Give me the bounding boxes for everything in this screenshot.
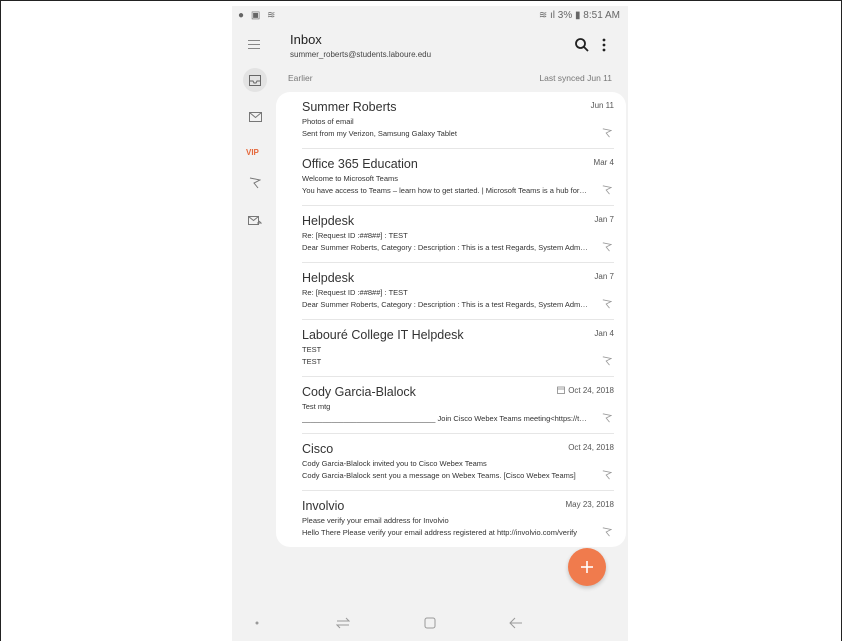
email-date: Oct 24, 2018 (568, 443, 614, 452)
email-list: Summer Roberts Jun 11 Photos of email Se… (276, 92, 626, 547)
unread-folder-button[interactable] (242, 106, 268, 128)
email-item[interactable]: Office 365 Education Mar 4 Welcome to Mi… (302, 149, 614, 206)
account-email: summer_roberts@students.laboure.edu (290, 50, 432, 59)
phone-screen: ● ▣ ≋ ≋ ıl 3% ▮ 8:51 AM Inbox summer_rob… (232, 6, 628, 641)
email-sender: Helpdesk (302, 271, 355, 285)
back-button[interactable] (508, 616, 524, 630)
email-item[interactable]: Cisco Oct 24, 2018 Cody Garcia-Blalock i… (302, 434, 614, 491)
email-item[interactable]: Labouré College IT Helpdesk Jan 4 TEST T… (302, 320, 614, 377)
email-subject: Photos of email (302, 117, 354, 126)
email-subject: Re: [Request ID :##8##] : TEST (302, 231, 408, 240)
flag-icon (249, 177, 261, 189)
email-date: Jan 7 (594, 215, 614, 224)
last-synced: Last synced Jun 11 (539, 73, 612, 83)
inbox-icon (249, 74, 261, 86)
status-icons-left: ● ▣ ≋ (238, 10, 278, 21)
mail-icon (248, 112, 262, 122)
email-date: Jun 11 (590, 101, 614, 110)
email-subject: TEST (302, 345, 322, 354)
flag-icon[interactable] (602, 527, 612, 537)
calendar-icon (557, 386, 566, 394)
email-sender: Involvio (302, 499, 345, 513)
email-sender: Cisco (302, 442, 334, 456)
app-header: Inbox summer_roberts@students.laboure.ed… (232, 28, 628, 66)
email-preview: Dear Summer Roberts, Category : Descript… (302, 243, 588, 252)
move-mail-icon (248, 215, 262, 225)
recents-icon (336, 617, 350, 629)
recents-button[interactable] (335, 616, 351, 630)
email-item[interactable]: Involvio May 23, 2018 Please verify your… (302, 491, 614, 548)
flag-icon[interactable] (602, 299, 612, 309)
flag-icon[interactable] (602, 128, 612, 138)
email-date: May 23, 2018 (565, 500, 614, 509)
email-preview: ________________________________ Join Ci… (302, 414, 588, 423)
email-sender: Office 365 Education (302, 157, 418, 171)
email-sender: Helpdesk (302, 214, 355, 228)
flagged-folder-button[interactable] (242, 172, 268, 194)
email-sender: Summer Roberts (302, 100, 397, 114)
flag-icon[interactable] (602, 242, 612, 252)
home-button[interactable] (422, 616, 438, 630)
more-icon[interactable] (598, 37, 610, 53)
email-preview: Dear Summer Roberts, Category : Descript… (302, 300, 588, 309)
email-item[interactable]: Helpdesk Jan 7 Re: [Request ID :##8##] :… (302, 263, 614, 320)
home-icon (424, 617, 436, 629)
sent-folder-button[interactable] (242, 210, 268, 232)
email-subject: Please verify your email address for Inv… (302, 516, 449, 525)
back-icon (509, 617, 522, 629)
email-subject: Cody Garcia-Blalock invited you to Cisco… (302, 459, 487, 468)
email-item[interactable]: Helpdesk Jan 7 Re: [Request ID :##8##] :… (302, 206, 614, 263)
compose-button[interactable] (568, 548, 606, 586)
email-preview: Hello There Please verify your email add… (302, 528, 577, 537)
nav-dot (249, 616, 265, 630)
email-date: Jan 4 (594, 329, 614, 338)
dot-icon (255, 621, 259, 625)
flag-icon[interactable] (602, 470, 612, 480)
inbox-folder-button[interactable] (243, 68, 267, 92)
email-preview: Cody Garcia-Blalock sent you a message o… (302, 471, 576, 480)
email-subject: Test mtg (302, 402, 331, 411)
compose-icon (581, 561, 593, 573)
menu-icon[interactable] (248, 40, 260, 50)
email-preview: Sent from my Verizon, Samsung Galaxy Tab… (302, 129, 457, 138)
section-label: Earlier (288, 73, 313, 83)
email-item[interactable]: Summer Roberts Jun 11 Photos of email Se… (302, 92, 614, 149)
flag-icon[interactable] (602, 356, 612, 366)
email-sender: Labouré College IT Helpdesk (302, 328, 464, 342)
email-preview: TEST (302, 357, 322, 366)
email-date: Oct 24, 2018 (557, 386, 614, 395)
section-header: Earlier Last synced Jun 11 (288, 73, 612, 87)
vip-folder-label[interactable]: VIP (246, 148, 259, 157)
email-sender: Cody Garcia-Blalock (302, 385, 416, 399)
email-subject: Re: [Request ID :##8##] : TEST (302, 288, 408, 297)
page-title: Inbox (290, 32, 322, 47)
email-subject: Welcome to Microsoft Teams (302, 174, 399, 183)
email-date-text: Oct 24, 2018 (568, 386, 614, 395)
email-item[interactable]: Cody Garcia-Blalock Oct 24, 2018 Test mt… (302, 377, 614, 434)
system-nav-bar (232, 606, 628, 641)
flag-icon[interactable] (602, 413, 612, 423)
search-icon[interactable] (574, 37, 590, 53)
status-bar: ● ▣ ≋ ≋ ıl 3% ▮ 8:51 AM (232, 6, 628, 26)
status-right: ≋ ıl 3% ▮ 8:51 AM (538, 10, 620, 21)
flag-icon[interactable] (602, 185, 612, 195)
email-date: Jan 7 (594, 272, 614, 281)
email-preview: You have access to Teams – learn how to … (302, 186, 588, 195)
email-date: Mar 4 (593, 158, 614, 167)
